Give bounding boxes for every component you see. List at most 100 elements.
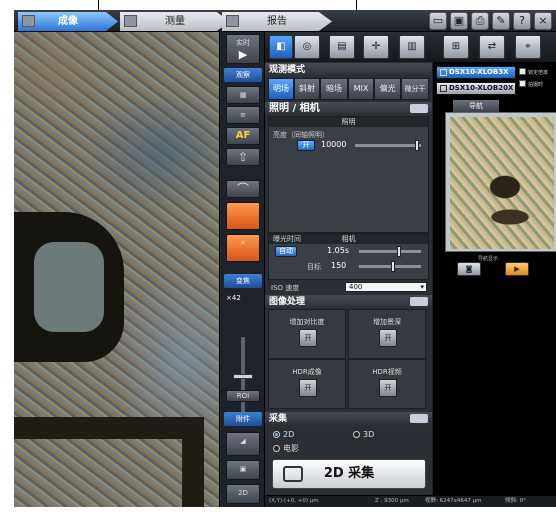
- navigation-view[interactable]: [445, 112, 556, 252]
- mode-brightfield[interactable]: 明场: [268, 78, 294, 100]
- tilt-icon[interactable]: ◢: [226, 432, 260, 456]
- status-z: Z : 9300 μm: [375, 498, 409, 504]
- iso-dropdown[interactable]: 400 ▾: [345, 282, 427, 292]
- capture-header: 采集: [265, 412, 432, 426]
- radio-2d-label: 2D: [283, 430, 295, 439]
- capture-option-checkbox[interactable]: [519, 80, 526, 87]
- collapse-toggle[interactable]: [410, 297, 428, 306]
- iso-value: 400: [349, 283, 363, 291]
- mode-darkfield[interactable]: 暗场: [320, 78, 348, 100]
- tab-report[interactable]: 报告: [222, 12, 332, 31]
- tab-measure[interactable]: 测量: [120, 12, 230, 31]
- chevron-down-icon: ▾: [420, 283, 424, 291]
- nav-play-button[interactable]: ▶: [505, 262, 529, 276]
- tab-imaging[interactable]: 成像: [18, 12, 118, 31]
- mode-2d-button[interactable]: 2D: [226, 484, 260, 504]
- stage-icon[interactable]: ▣: [226, 460, 260, 480]
- exposure-slider-thumb[interactable]: [397, 246, 401, 257]
- zoom-value: ×42: [226, 294, 241, 302]
- ip-cell-depth: 增加景深 开: [348, 309, 426, 359]
- collapse-toggle[interactable]: [410, 104, 428, 113]
- exposure-auto-button[interactable]: 自动: [275, 246, 297, 257]
- app-window: 成像 测量 报告 ▭ ▣ ⎙ ✎ ? × 实时 ▶ 观察 ▦ ≡ AF ⇧ ⌒ …: [0, 0, 556, 517]
- observation-mode-header: 观测模式: [265, 63, 432, 77]
- help-icon[interactable]: ?: [513, 12, 531, 30]
- tab-imaging-label: 成像: [58, 16, 78, 27]
- lock-magnification-checkbox[interactable]: [519, 68, 526, 75]
- objective-device-b-label: DSX10-XLOB20X: [449, 84, 514, 92]
- radio-3d[interactable]: 3D: [353, 430, 374, 439]
- lighting-camera-title: 照明 / 相机: [269, 103, 320, 114]
- objective-device-b[interactable]: DSX10-XLOB20X: [436, 82, 516, 95]
- image-mode-button[interactable]: ▦: [226, 86, 260, 104]
- image-dark-band: [182, 417, 204, 507]
- image-processing-title: 图像处理: [269, 297, 306, 307]
- light-up-button[interactable]: [226, 202, 260, 230]
- stitch-icon[interactable]: ✛: [363, 35, 389, 59]
- tab-navigation[interactable]: 导航: [453, 100, 499, 112]
- camera-settings-icon[interactable]: ◎: [294, 35, 320, 59]
- observation-icon[interactable]: ◧: [269, 35, 293, 59]
- hdr-video-toggle-button[interactable]: 开: [379, 379, 397, 397]
- tools-icon[interactable]: ✎: [492, 12, 510, 30]
- zoom-slider-thumb[interactable]: [233, 374, 253, 379]
- contrast-toggle-button[interactable]: 开: [299, 329, 317, 347]
- focus-up-icon[interactable]: ⇧: [226, 148, 260, 166]
- observe-header: 观察: [224, 68, 262, 82]
- top-icon-group: ▭ ▣ ⎙ ✎ ? ×: [429, 12, 552, 30]
- target-slider-thumb[interactable]: [391, 261, 395, 272]
- target-slider[interactable]: [359, 265, 421, 268]
- capture-icon: [283, 466, 303, 482]
- lock-magnification-label: 锁定倍率: [528, 70, 549, 76]
- tools-header: 附件: [224, 412, 262, 426]
- brightness-on-button[interactable]: 开: [297, 140, 315, 151]
- focus-down-icon[interactable]: ⌒: [226, 180, 260, 198]
- brightness-slider[interactable]: [355, 144, 421, 147]
- zoom-header: 变焦: [224, 274, 262, 288]
- mode-dic[interactable]: 微分干: [401, 78, 429, 100]
- roi-button[interactable]: ROI: [226, 390, 260, 402]
- save-icon[interactable]: ▣: [450, 12, 468, 30]
- autofocus-button[interactable]: AF: [226, 127, 260, 145]
- image-light-region: [34, 242, 104, 332]
- capture-2d-button[interactable]: 2D 采集: [272, 459, 426, 489]
- ip-cell-label: HDR视频: [372, 368, 402, 376]
- measure-icon[interactable]: ⌖: [515, 35, 541, 59]
- image-processing-header: 图像处理: [265, 295, 432, 309]
- settings-button[interactable]: ≡: [226, 106, 260, 124]
- hdr-toggle-button[interactable]: 开: [299, 379, 317, 397]
- brightness-slider-thumb[interactable]: [415, 140, 419, 151]
- objective-device-a[interactable]: DSX10-XLOB3X: [436, 66, 516, 79]
- collapse-toggle[interactable]: [410, 414, 428, 423]
- brightness-value: 10000: [321, 140, 347, 149]
- radio-2d[interactable]: 2D: [273, 430, 294, 439]
- checkbox-icon: [440, 85, 447, 92]
- navigation-label: 导航显示: [478, 256, 499, 262]
- stage-move-icon[interactable]: ⇄: [479, 35, 505, 59]
- ip-cell-contrast: 增加对比度 开: [268, 309, 346, 359]
- mode-oblique[interactable]: 斜射: [294, 78, 320, 100]
- depth-toggle-button[interactable]: 开: [379, 329, 397, 347]
- live-button[interactable]: 实时 ▶: [226, 34, 260, 64]
- image-list-icon[interactable]: ▤: [329, 35, 355, 59]
- 3d-icon[interactable]: ⊞: [443, 35, 469, 59]
- tab-report-label: 报告: [267, 16, 287, 27]
- ip-cell-label: 增加对比度: [289, 318, 325, 326]
- nav-camera-button[interactable]: ◙: [457, 262, 481, 276]
- print-icon[interactable]: ⎙: [471, 12, 489, 30]
- close-icon[interactable]: ×: [534, 12, 552, 30]
- light-down-button[interactable]: ✕: [226, 234, 260, 262]
- radio-movie[interactable]: 电影: [273, 443, 299, 454]
- live-image-view[interactable]: [14, 32, 219, 507]
- left-toolbar: 实时 ▶ 观察 ▦ ≡ AF ⇧ ⌒ ✕ 变焦 ×42 ROI 附件 ◢ ▣ 2…: [219, 32, 265, 507]
- radio-dot: [273, 431, 280, 438]
- tab-measure-label: 测量: [165, 16, 185, 27]
- target-label: 目标: [307, 263, 321, 271]
- extended-focus-icon[interactable]: ▥: [399, 35, 425, 59]
- mode-mix[interactable]: MIX: [348, 78, 374, 100]
- folder-icon[interactable]: ▭: [429, 12, 447, 30]
- exposure-slider[interactable]: [359, 250, 421, 253]
- iso-label: ISO 速度: [271, 284, 300, 292]
- capture-option-label: 拍摄时: [528, 82, 544, 88]
- mode-polarized[interactable]: 偏光: [374, 78, 401, 100]
